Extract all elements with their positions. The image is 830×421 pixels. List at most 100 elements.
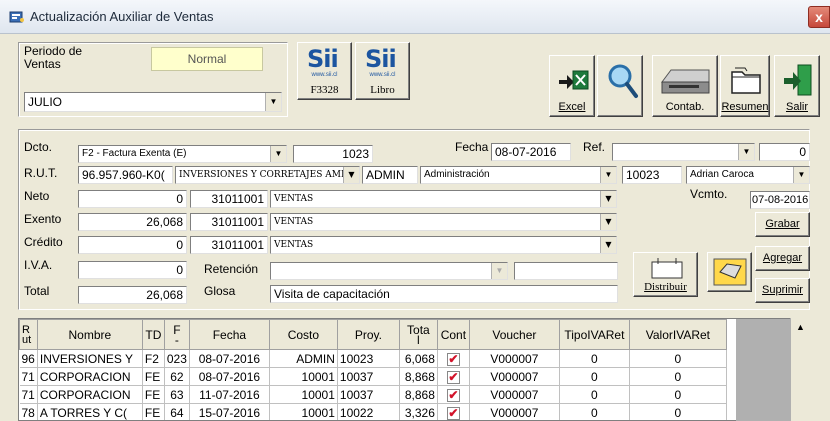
col-rut[interactable]: R ut bbox=[19, 319, 38, 350]
neto-cuenta-field[interactable]: 31011001 bbox=[190, 190, 268, 208]
total-field[interactable]: 26,068 bbox=[78, 286, 187, 304]
cell-valorivaret[interactable]: 0 bbox=[629, 403, 727, 420]
chevron-down-icon[interactable]: ▼ bbox=[491, 263, 507, 279]
cell-valorivaret[interactable]: 0 bbox=[629, 349, 727, 368]
cell-tipoivaret[interactable]: 0 bbox=[559, 367, 630, 386]
ref-number-field[interactable]: 0 bbox=[759, 143, 810, 161]
cell-f[interactable]: 64 bbox=[164, 403, 190, 420]
checkmark-icon[interactable]: ✔ bbox=[446, 406, 460, 420]
col-f[interactable]: F - bbox=[163, 319, 190, 350]
exento-field[interactable]: 26,068 bbox=[78, 213, 187, 231]
cell-fecha[interactable]: 15-07-2016 bbox=[189, 403, 270, 420]
cell-cont[interactable]: ✔ bbox=[437, 367, 470, 386]
print-button[interactable] bbox=[707, 252, 752, 292]
col-valorivaret[interactable]: ValorIVARet bbox=[628, 319, 727, 350]
checkmark-icon[interactable]: ✔ bbox=[446, 352, 460, 366]
col-proy[interactable]: Proy. bbox=[336, 319, 400, 350]
cell-cont[interactable]: ✔ bbox=[437, 385, 470, 404]
chevron-down-icon[interactable]: ▼ bbox=[738, 144, 754, 160]
project-code-field[interactable]: 10023 bbox=[622, 166, 682, 184]
resumen-button[interactable]: Resumen bbox=[720, 55, 770, 117]
cell-costo[interactable]: ADMIN bbox=[269, 349, 338, 368]
table-row[interactable]: 96 INVERSIONES Y F2 023 08-07-2016 ADMIN 10023… bbox=[19, 349, 727, 368]
cell-voucher[interactable]: V000007 bbox=[469, 349, 560, 368]
glosa-field[interactable]: Visita de capacitación bbox=[270, 285, 618, 303]
cell-td[interactable]: FE bbox=[142, 403, 165, 420]
close-button[interactable]: x bbox=[808, 6, 830, 28]
chevron-down-icon[interactable]: ▼ bbox=[343, 167, 359, 183]
cell-proy[interactable]: 10023 bbox=[337, 349, 400, 368]
credito-desc-select[interactable]: VENTAS ▼ bbox=[270, 236, 617, 254]
retencion-select[interactable]: ▼ bbox=[270, 262, 508, 280]
cell-f[interactable]: 62 bbox=[164, 367, 190, 386]
cell-total[interactable]: 8,868 bbox=[399, 385, 438, 404]
excel-button[interactable]: Excel bbox=[549, 55, 595, 117]
col-fecha[interactable]: Fecha bbox=[188, 319, 270, 350]
chevron-down-icon[interactable]: ▼ bbox=[600, 237, 616, 253]
cell-total[interactable]: 6,068 bbox=[399, 349, 438, 368]
cell-rut[interactable]: 71 bbox=[19, 385, 38, 404]
sii-f3328-button[interactable]: Sii www.sii.cl F3328 bbox=[297, 42, 352, 100]
exento-cuenta-field[interactable]: 31011001 bbox=[190, 213, 268, 231]
fecha-field[interactable]: 08-07-2016 bbox=[491, 143, 571, 161]
table-row[interactable]: 71 CORPORACION FE 62 08-07-2016 10001 10037 8,8… bbox=[19, 367, 727, 386]
cell-tipoivaret[interactable]: 0 bbox=[559, 385, 630, 404]
cell-total[interactable]: 8,868 bbox=[399, 367, 438, 386]
col-tipoivaret[interactable]: TipoIVARet bbox=[558, 319, 630, 350]
sii-libro-button[interactable]: Sii www.sii.cl Libro bbox=[355, 42, 410, 100]
chevron-down-icon[interactable]: ▼ bbox=[600, 191, 616, 207]
month-select[interactable]: JULIO ▼ bbox=[24, 92, 282, 112]
client-select[interactable]: INVERSIONES Y CORRETAJES AMI ▼ bbox=[175, 166, 360, 184]
cell-rut[interactable]: 78 bbox=[19, 403, 38, 420]
col-td[interactable]: TD bbox=[141, 319, 165, 350]
cell-fecha[interactable]: 08-07-2016 bbox=[189, 349, 270, 368]
chevron-down-icon[interactable]: ▼ bbox=[600, 167, 616, 183]
neto-desc-select[interactable]: VENTAS ▼ bbox=[270, 190, 617, 208]
cell-voucher[interactable]: V000007 bbox=[469, 385, 560, 404]
col-nombre[interactable]: Nombre bbox=[36, 319, 143, 350]
rut-field[interactable]: 96.957.960-K0( bbox=[78, 166, 173, 184]
agregar-button[interactable]: Agregar bbox=[755, 246, 810, 271]
cell-nombre[interactable]: INVERSIONES Y bbox=[37, 349, 143, 368]
chevron-down-icon[interactable]: ▼ bbox=[270, 146, 286, 162]
cell-tipoivaret[interactable]: 0 bbox=[559, 349, 630, 368]
vcmto-field[interactable]: 07-08-2016 bbox=[750, 191, 810, 209]
cell-tipoivaret[interactable]: 0 bbox=[559, 403, 630, 420]
chevron-down-icon[interactable]: ▼ bbox=[793, 167, 809, 183]
col-costo[interactable]: Costo bbox=[268, 319, 338, 350]
cell-rut[interactable]: 96 bbox=[19, 349, 38, 368]
cell-costo[interactable]: 10001 bbox=[269, 367, 338, 386]
cell-valorivaret[interactable]: 0 bbox=[629, 367, 727, 386]
cell-cont[interactable]: ✔ bbox=[437, 349, 470, 368]
col-total[interactable]: Tota l bbox=[398, 319, 438, 350]
cell-proy[interactable]: 10037 bbox=[337, 385, 400, 404]
cell-proy[interactable]: 10037 bbox=[337, 367, 400, 386]
cell-voucher[interactable]: V000007 bbox=[469, 367, 560, 386]
cell-f[interactable]: 63 bbox=[164, 385, 190, 404]
credito-cuenta-field[interactable]: 31011001 bbox=[190, 236, 268, 254]
cell-td[interactable]: F2 bbox=[142, 349, 165, 368]
contab-button[interactable]: Contab. bbox=[652, 55, 718, 117]
area-select[interactable]: Administración ▼ bbox=[420, 166, 617, 184]
cell-nombre[interactable]: A TORRES Y C( bbox=[37, 403, 143, 420]
cell-proy[interactable]: 10022 bbox=[337, 403, 400, 420]
salir-button[interactable]: Salir bbox=[774, 55, 820, 117]
documents-table[interactable]: R ut Nombre TD F - Fecha Costo Proy. Tot… bbox=[18, 318, 810, 421]
cell-nombre[interactable]: CORPORACION bbox=[37, 367, 143, 386]
cell-fecha[interactable]: 08-07-2016 bbox=[189, 367, 270, 386]
scroll-up-icon[interactable]: ▲ bbox=[793, 320, 808, 335]
vertical-scrollbar[interactable]: ▲ bbox=[790, 318, 810, 421]
cell-td[interactable]: FE bbox=[142, 367, 165, 386]
grabar-button[interactable]: Grabar bbox=[755, 212, 810, 237]
table-row[interactable]: 71 CORPORACION FE 63 11-07-2016 10001 10037 8,8… bbox=[19, 385, 727, 404]
cell-costo[interactable]: 10001 bbox=[269, 403, 338, 420]
col-cont[interactable]: Cont bbox=[436, 319, 470, 350]
cell-voucher[interactable]: V000007 bbox=[469, 403, 560, 420]
cell-td[interactable]: FE bbox=[142, 385, 165, 404]
chevron-down-icon[interactable]: ▼ bbox=[265, 93, 281, 111]
cell-valorivaret[interactable]: 0 bbox=[629, 385, 727, 404]
cell-cont[interactable]: ✔ bbox=[437, 403, 470, 420]
table-row[interactable]: 78 A TORRES Y C(FE 64 15-07-2016 10001 10022 3… bbox=[19, 403, 727, 420]
cell-f[interactable]: 023 bbox=[164, 349, 190, 368]
search-button[interactable] bbox=[597, 55, 643, 117]
